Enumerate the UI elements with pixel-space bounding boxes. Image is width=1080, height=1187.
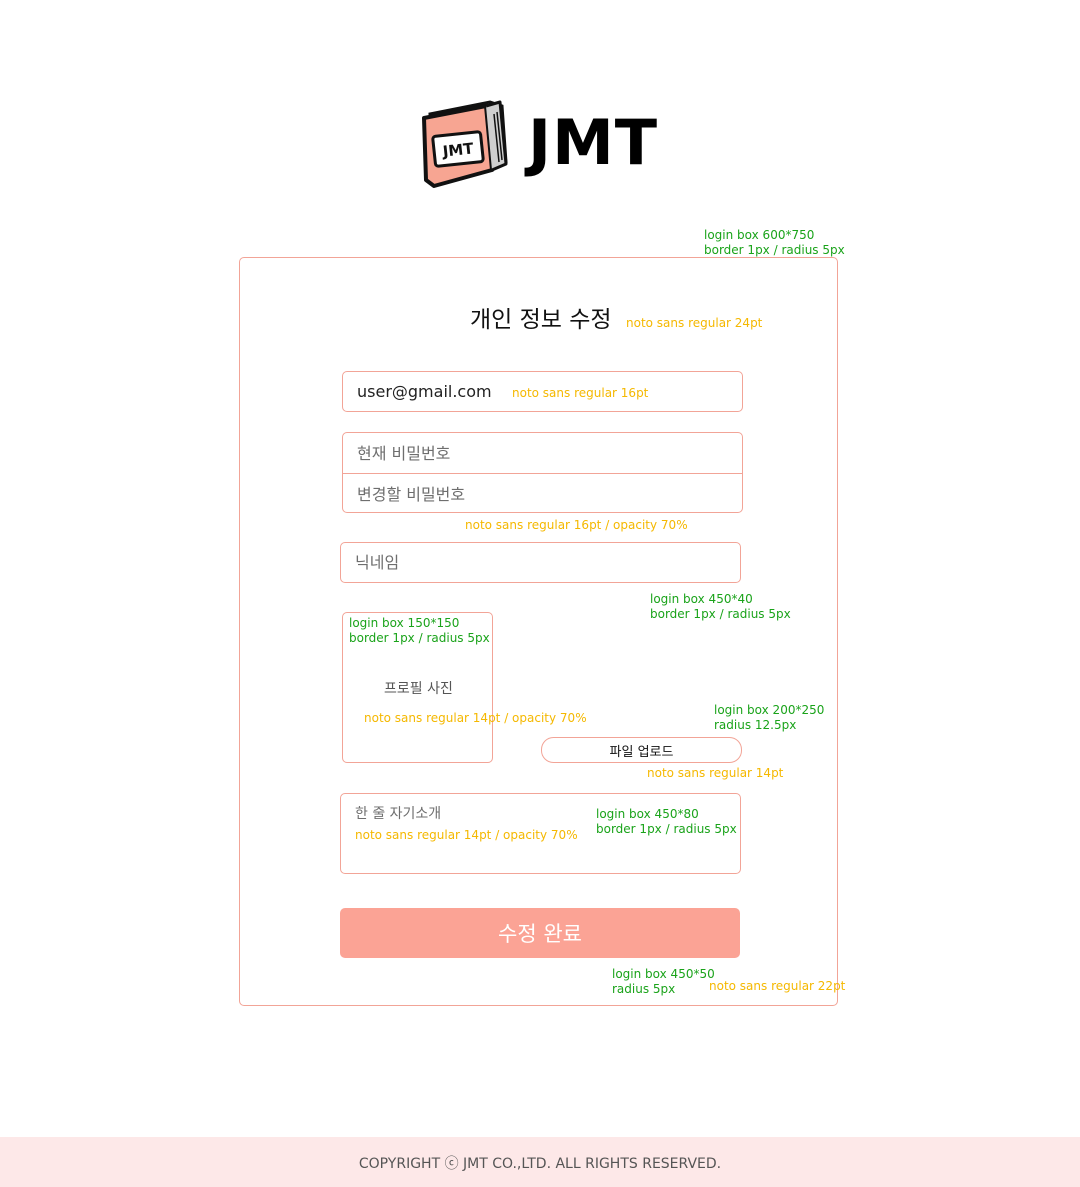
submit-button[interactable]: 수정 완료 xyxy=(340,908,740,958)
new-password-field[interactable] xyxy=(343,474,742,514)
edit-profile-box xyxy=(239,257,838,1006)
current-password-field[interactable] xyxy=(343,433,742,473)
submit-font-note: noto sans regular 22pt xyxy=(709,979,846,993)
password-font-note: noto sans regular 16pt / opacity 70% xyxy=(465,518,688,532)
input-box-note: login box 450*40 border 1px / radius 5px xyxy=(650,592,791,621)
logo-book-icon: JMT xyxy=(420,100,510,188)
upload-box-note: login box 200*250 radius 12.5px xyxy=(714,703,825,732)
profile-photo-label: 프로필 사진 xyxy=(384,681,453,697)
footer-copyright: COPYRIGHT ⓒ JMT CO.,LTD. ALL RIGHTS RESE… xyxy=(358,1156,722,1172)
file-upload-button[interactable]: 파일 업로드 xyxy=(541,737,742,763)
intro-font-note: noto sans regular 14pt / opacity 70% xyxy=(355,828,578,842)
password-group xyxy=(342,432,743,514)
nickname-field[interactable] xyxy=(341,543,740,582)
profile-box-note: login box 150*150 border 1px / radius 5p… xyxy=(349,616,490,645)
box-main-note: login box 600*750 border 1px / radius 5p… xyxy=(704,228,845,257)
page-title: 개인 정보 수정 xyxy=(470,307,612,333)
submit-box-note: login box 450*50 radius 5px xyxy=(612,967,715,996)
logo-text[interactable]: JMT xyxy=(528,103,658,183)
logo-book-label: JMT xyxy=(441,139,475,160)
title-font-note: noto sans regular 24pt xyxy=(626,316,763,330)
upload-font-note: noto sans regular 14pt xyxy=(647,766,784,780)
profile-font-note: noto sans regular 14pt / opacity 70% xyxy=(364,711,587,725)
intro-box-note: login box 450*80 border 1px / radius 5px xyxy=(596,807,737,836)
nickname-field-box xyxy=(340,542,741,583)
email-font-note: noto sans regular 16pt xyxy=(512,386,649,400)
footer: COPYRIGHT ⓒ JMT CO.,LTD. ALL RIGHTS RESE… xyxy=(0,1137,1080,1187)
